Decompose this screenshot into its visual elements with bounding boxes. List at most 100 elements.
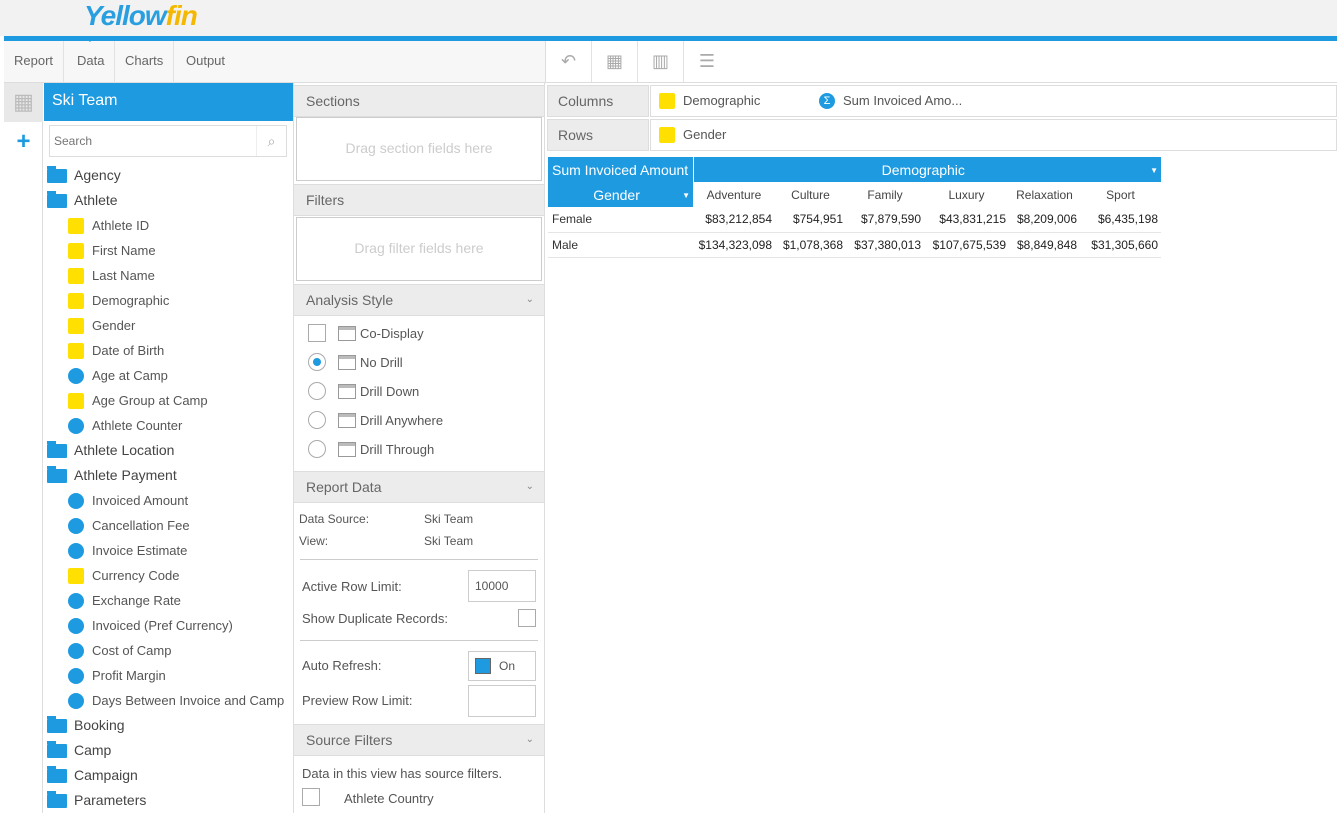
- filters-dropzone[interactable]: Drag filter fields here: [296, 217, 542, 281]
- dropdown-caret-icon[interactable]: ▼: [1150, 166, 1158, 175]
- option-drill-down[interactable]: Drill Down: [308, 381, 528, 403]
- tree-item-label: First Name: [92, 243, 156, 258]
- column-header[interactable]: Family: [846, 182, 924, 207]
- folder-icon: [47, 466, 67, 483]
- column-icon[interactable]: ▥: [638, 41, 684, 82]
- tree-field[interactable]: Invoice Estimate: [44, 538, 294, 563]
- auto-refresh-toggle[interactable]: On: [468, 651, 536, 681]
- tree-item-label: Invoice Estimate: [92, 543, 188, 558]
- tree-folder[interactable]: Agency: [44, 163, 294, 188]
- view-title: Ski Team: [44, 83, 293, 121]
- tree-field[interactable]: Last Name: [44, 263, 294, 288]
- drill-through-radio[interactable]: [308, 440, 326, 458]
- show-duplicates-checkbox[interactable]: [518, 609, 536, 627]
- menu-output[interactable]: Output: [176, 41, 235, 82]
- folder-icon: [47, 441, 67, 458]
- no-drill-radio[interactable]: [308, 353, 326, 371]
- table-cell: $43,831,215: [924, 207, 1009, 233]
- tree-item-label: Invoiced (Pref Currency): [92, 618, 233, 633]
- yellowfin-logo[interactable]: Yellowfin: [84, 0, 198, 32]
- athlete-country-checkbox[interactable]: [302, 788, 320, 806]
- tree-folder[interactable]: Booking: [44, 713, 294, 738]
- tree-item-label: Gender: [92, 318, 136, 333]
- column-header[interactable]: Luxury: [924, 182, 1009, 207]
- tree-field[interactable]: Cost of Camp: [44, 638, 294, 663]
- option-co-display[interactable]: Co-Display: [308, 323, 528, 345]
- tree-item-label: Athlete: [74, 192, 118, 208]
- tree-field[interactable]: Days Between Invoice and Camp: [44, 688, 294, 713]
- tree-field[interactable]: Currency Code: [44, 563, 294, 588]
- option-drill-anywhere[interactable]: Drill Anywhere: [308, 410, 528, 432]
- sections-dropzone[interactable]: Drag section fields here: [296, 117, 542, 181]
- option-no-drill[interactable]: No Drill: [308, 352, 528, 374]
- row-dimension-header[interactable]: Gender ▼: [548, 182, 693, 207]
- column-header[interactable]: Culture: [775, 182, 846, 207]
- tree-field[interactable]: Athlete ID: [44, 213, 294, 238]
- tree-field[interactable]: Invoiced Amount: [44, 488, 294, 513]
- data-source-value: Ski Team: [424, 512, 474, 526]
- menu-data[interactable]: Data: [67, 41, 116, 82]
- menu-report[interactable]: Report: [4, 41, 65, 82]
- dropdown-caret-icon[interactable]: ▼: [682, 191, 690, 200]
- row-label: Female: [548, 207, 693, 233]
- tree-field[interactable]: Age Group at Camp: [44, 388, 294, 413]
- tree-field[interactable]: Gender: [44, 313, 294, 338]
- tree-folder[interactable]: Athlete Location: [44, 438, 294, 463]
- table-row: Male $134,323,098 $1,078,368 $37,380,013…: [548, 232, 1161, 258]
- list-icon[interactable]: ☰: [684, 41, 730, 82]
- tree-item-label: Cost of Camp: [92, 643, 172, 658]
- columns-dropzone[interactable]: Demographic Σ Sum Invoiced Amo...: [650, 85, 1337, 117]
- tree-folder[interactable]: Parameters: [44, 788, 294, 813]
- source-filters-header[interactable]: Source Filters ⌄: [294, 724, 544, 756]
- column-header[interactable]: Adventure: [693, 182, 775, 207]
- tree-field[interactable]: Cancellation Fee: [44, 513, 294, 538]
- table-icon[interactable]: ▦: [592, 41, 638, 82]
- tree-field[interactable]: Profit Margin: [44, 663, 294, 688]
- search-input[interactable]: [50, 126, 250, 156]
- tree-item-label: Camp: [74, 742, 112, 758]
- tree-field[interactable]: Demographic: [44, 288, 294, 313]
- grid-icon[interactable]: ▦: [4, 83, 43, 122]
- field-tree: Agency Athlete Athlete ID First Name Last Na…: [44, 163, 294, 813]
- undo-icon[interactable]: ↶: [546, 41, 592, 82]
- table-cell: $37,380,013: [846, 232, 924, 258]
- tree-item-label: Agency: [74, 167, 121, 183]
- tree-item-label: Campaign: [74, 767, 138, 783]
- drill-down-radio[interactable]: [308, 382, 326, 400]
- tree-folder[interactable]: Camp: [44, 738, 294, 763]
- add-icon[interactable]: +: [4, 127, 43, 157]
- drill-down-icon: [338, 384, 356, 399]
- active-row-limit-input[interactable]: 10000: [468, 570, 536, 602]
- drill-anywhere-radio[interactable]: [308, 411, 326, 429]
- report-data-header[interactable]: Report Data ⌄: [294, 471, 544, 503]
- tree-field[interactable]: Athlete Counter: [44, 413, 294, 438]
- co-display-checkbox[interactable]: [308, 324, 326, 342]
- tree-folder[interactable]: Athlete: [44, 188, 294, 213]
- athlete-country-label: Athlete Country: [344, 791, 434, 806]
- column-header[interactable]: Sport: [1080, 182, 1161, 207]
- tree-folder[interactable]: Athlete Payment: [44, 463, 294, 488]
- tree-field[interactable]: Invoiced (Pref Currency): [44, 613, 294, 638]
- option-drill-through[interactable]: Drill Through: [308, 439, 528, 461]
- preview-row-limit-input[interactable]: [468, 685, 536, 717]
- tree-field[interactable]: Exchange Rate: [44, 588, 294, 613]
- tree-field[interactable]: Date of Birth: [44, 338, 294, 363]
- tree-folder[interactable]: Campaign: [44, 763, 294, 788]
- metric-header: Sum Invoiced Amount: [548, 157, 694, 182]
- divider: [300, 559, 538, 560]
- menu-charts[interactable]: Charts: [115, 41, 175, 82]
- row-label: Male: [548, 232, 693, 258]
- active-menu-caret: [84, 36, 96, 42]
- sections-header: Sections: [294, 85, 544, 117]
- analysis-style-header[interactable]: Analysis Style ⌄: [294, 284, 544, 316]
- chevron-down-icon: ⌄: [525, 481, 534, 492]
- tree-field[interactable]: Age at Camp: [44, 363, 294, 388]
- column-header[interactable]: Relaxation: [1009, 182, 1080, 207]
- column-dimension-header[interactable]: Demographic ▼: [693, 157, 1161, 182]
- tree-field[interactable]: First Name: [44, 238, 294, 263]
- dimension-icon: [659, 93, 675, 109]
- source-filters-note: Data in this view has source filters.: [302, 766, 503, 781]
- table-cell: $8,849,848: [1009, 232, 1080, 258]
- rows-dropzone[interactable]: Gender: [650, 119, 1337, 151]
- search-icon[interactable]: ⌕: [256, 126, 286, 156]
